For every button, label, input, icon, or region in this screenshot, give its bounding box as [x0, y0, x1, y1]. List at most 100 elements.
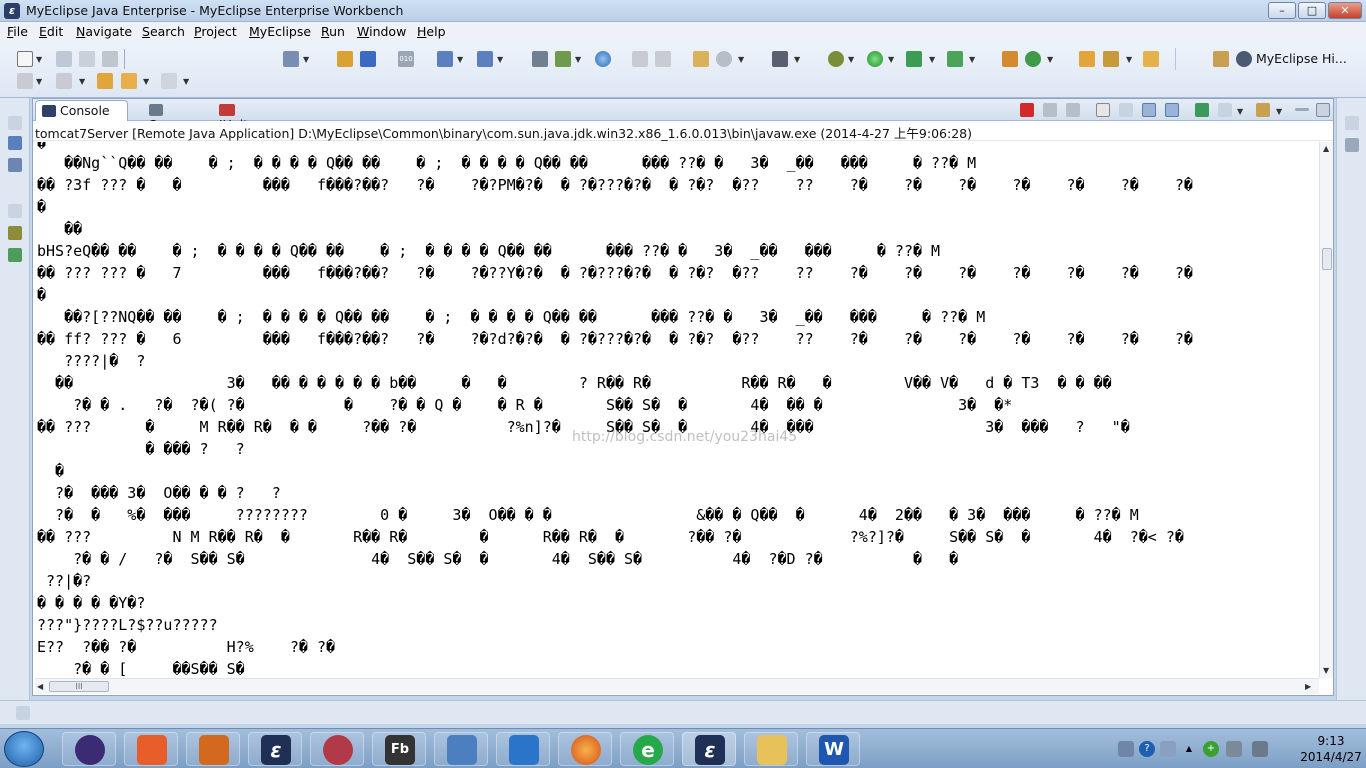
restore-icon[interactable] — [8, 204, 22, 218]
menu-navigate[interactable]: Navigate — [76, 24, 132, 39]
debug-dropdown-icon[interactable]: ▼ — [848, 55, 854, 64]
clear-console-icon[interactable] — [1096, 103, 1110, 117]
deploy-icon[interactable] — [337, 51, 353, 67]
debug-icon[interactable] — [828, 51, 844, 67]
restore-icon[interactable] — [8, 116, 22, 130]
coverage-icon[interactable] — [906, 51, 922, 67]
tab-junit[interactable]: JUnit — [213, 100, 273, 132]
back-icon[interactable] — [121, 73, 137, 89]
new-web-icon[interactable] — [477, 51, 493, 67]
open-file-dropdown-icon[interactable]: ▼ — [575, 55, 581, 64]
gift-icon[interactable] — [1002, 51, 1018, 67]
new-icon[interactable] — [17, 51, 33, 67]
taskbar-app-myeclipse[interactable]: ε — [248, 732, 302, 766]
show-stdout-icon[interactable] — [1142, 103, 1156, 117]
terminate-icon[interactable] — [1020, 103, 1034, 117]
menu-file[interactable]: File — [7, 24, 28, 39]
last-edit-icon[interactable] — [97, 73, 113, 89]
perspective-label[interactable]: MyEclipse Hi... — [1256, 51, 1347, 66]
new-dropdown-icon[interactable]: ▼ — [36, 55, 42, 64]
taskbar-app-cloud[interactable] — [496, 732, 550, 766]
close-button[interactable]: ✕ — [1328, 2, 1362, 19]
new-web-dropdown-icon[interactable]: ▼ — [497, 55, 503, 64]
help-icon[interactable]: ? — [1139, 741, 1155, 757]
menu-edit[interactable]: Edit — [39, 24, 63, 39]
new-wizard-dropdown-icon[interactable]: ▼ — [457, 55, 463, 64]
restore-icon[interactable] — [1345, 116, 1359, 130]
scroll-down-icon[interactable]: ▼ — [1323, 666, 1329, 675]
taskbar-app-flashbuilder[interactable]: Fb — [372, 732, 426, 766]
taskbar-app-explorer[interactable] — [744, 732, 798, 766]
scroll-lock-icon[interactable] — [1119, 103, 1133, 117]
camera-dropdown-icon[interactable]: ▼ — [794, 55, 800, 64]
network-icon[interactable] — [1252, 741, 1268, 757]
console-output[interactable]: � ��Ng``Q�� �� � ; � � � � Q�� �� � ; � … — [35, 142, 1319, 678]
next-annotation-icon[interactable] — [17, 73, 33, 89]
menu-window[interactable]: Window — [357, 24, 406, 39]
taskbar-app-eclipse[interactable] — [62, 732, 116, 766]
coverage-dropdown-icon[interactable]: ▼ — [929, 55, 935, 64]
vertical-scroll-thumb[interactable] — [1322, 248, 1332, 270]
myeclipse-perspective-icon[interactable] — [1236, 51, 1252, 67]
show-hidden-icons-icon[interactable]: ▲ — [1181, 741, 1197, 757]
display-console-dropdown-icon[interactable]: ▼ — [1237, 107, 1243, 116]
tray-settings-icon[interactable] — [1160, 741, 1176, 757]
open-type-dropdown-icon[interactable]: ▼ — [303, 55, 309, 64]
menu-run[interactable]: Run — [321, 24, 345, 39]
camera-icon[interactable] — [772, 51, 788, 67]
profile-dropdown-icon[interactable]: ▼ — [969, 55, 975, 64]
tab-console[interactable]: Console ✕ — [35, 100, 128, 133]
forward-dropdown-icon[interactable]: ▼ — [183, 77, 189, 86]
print-icon[interactable] — [102, 51, 118, 67]
horizontal-scroll-thumb[interactable]: III — [49, 681, 109, 692]
show-stderr-icon[interactable] — [1165, 103, 1179, 117]
maximize-view-icon[interactable] — [1316, 103, 1330, 117]
refresh-icon[interactable] — [1025, 51, 1041, 67]
menu-myeclipse[interactable]: MyEclipse — [249, 24, 311, 39]
vertical-scrollbar[interactable]: ▲ ▼ — [1319, 142, 1333, 678]
remove-all-icon[interactable] — [1066, 103, 1080, 117]
server-icon[interactable] — [360, 51, 376, 67]
minimize-button[interactable]: – — [1268, 2, 1296, 19]
settings-icon[interactable] — [716, 51, 732, 67]
save-icon[interactable] — [56, 51, 72, 67]
globe-icon[interactable] — [595, 51, 611, 67]
hierarchy-icon[interactable] — [8, 248, 22, 262]
forward-icon[interactable] — [161, 73, 177, 89]
prev-annotation-icon[interactable] — [56, 73, 72, 89]
menu-help[interactable]: Help — [417, 24, 446, 39]
taskbar-app-myeclipse-active[interactable]: ε — [682, 732, 736, 766]
package-explorer-icon[interactable] — [8, 136, 22, 150]
taskbar-app-snipping[interactable] — [310, 732, 364, 766]
keyboard-icon[interactable] — [1118, 741, 1134, 757]
open-perspective-icon[interactable] — [1213, 51, 1229, 67]
display-console-icon[interactable] — [1218, 103, 1232, 117]
open-file-icon[interactable] — [555, 51, 571, 67]
scroll-up-icon[interactable]: ▲ — [1323, 144, 1329, 153]
taskbar-app-virtualbox[interactable] — [434, 732, 488, 766]
open-folder-icon[interactable] — [1079, 51, 1095, 67]
prev-edit-icon[interactable] — [632, 51, 648, 67]
run-icon[interactable] — [867, 51, 883, 67]
next-annotation-dropdown-icon[interactable]: ▼ — [36, 77, 42, 86]
open-console-icon[interactable] — [1256, 103, 1270, 117]
remove-launch-icon[interactable] — [1043, 103, 1057, 117]
refresh-dropdown-icon[interactable]: ▼ — [1047, 55, 1053, 64]
pin-console-icon[interactable] — [1195, 103, 1209, 117]
taskbar-app-ie[interactable]: e — [620, 732, 674, 766]
perspective-switcher[interactable]: MyEclipse Hi... — [1175, 48, 1355, 70]
open-console-dropdown-icon[interactable]: ▼ — [1276, 107, 1282, 116]
pen-icon[interactable] — [1103, 51, 1119, 67]
database-icon[interactable] — [532, 51, 548, 67]
start-button[interactable] — [4, 731, 44, 767]
outline-icon[interactable] — [8, 226, 22, 240]
scroll-right-icon[interactable]: ▶ — [1305, 682, 1311, 691]
external-tools-icon[interactable] — [693, 51, 709, 67]
run-dropdown-icon[interactable]: ▼ — [888, 55, 894, 64]
navigator-icon[interactable] — [8, 158, 22, 172]
scroll-left-icon[interactable]: ◀ — [37, 682, 43, 691]
browse-icon[interactable] — [1143, 51, 1159, 67]
maximize-button[interactable]: □ — [1298, 2, 1326, 19]
settings-dropdown-icon[interactable]: ▼ — [738, 55, 744, 64]
fast-view-icon[interactable] — [16, 706, 30, 720]
